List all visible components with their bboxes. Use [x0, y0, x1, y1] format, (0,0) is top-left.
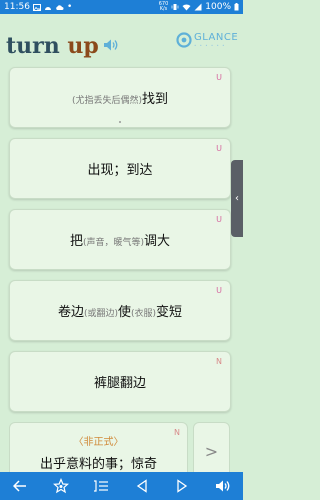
volume-icon[interactable]	[214, 477, 232, 495]
headword-first: turn	[6, 33, 60, 59]
image-icon	[32, 3, 41, 11]
status-time: 11:56	[4, 2, 30, 12]
wifi-icon	[182, 4, 191, 11]
more-notifications-dot: •	[66, 2, 73, 12]
battery-level: 100%	[205, 2, 231, 12]
status-bar: 11:56 • 670 K/s 100%	[0, 0, 243, 14]
definition-card-5[interactable]: N 裤腿翻边	[9, 351, 231, 412]
logo-text: GLANCE	[194, 32, 239, 43]
network-speed: 670 K/s	[158, 1, 169, 12]
definition-note: (或翻边)	[83, 309, 118, 319]
app-logo: GLANCE • • • • • •	[176, 32, 238, 48]
side-panel-handle[interactable]: ‹	[231, 160, 243, 237]
definition-note: (尤指丢失后偶然)	[71, 96, 142, 106]
flashcard-star-icon[interactable]	[52, 477, 70, 495]
headword: turn up	[6, 33, 99, 59]
usage-tag: U	[216, 144, 222, 153]
next-triangle-icon[interactable]	[173, 477, 191, 495]
register-label: 〈非正式〉	[73, 437, 124, 448]
definition-text: 出现；到达	[87, 163, 153, 178]
usage-tag: U	[216, 286, 222, 295]
previous-triangle-icon[interactable]	[133, 477, 151, 495]
vibrate-icon	[171, 4, 179, 10]
definition-text: 出乎意料的事；惊奇	[39, 457, 157, 472]
usage-tag: U	[216, 73, 222, 82]
bottom-nav-bar	[0, 472, 243, 500]
speaker-icon[interactable]	[103, 38, 119, 52]
android-icon	[44, 6, 51, 10]
definition-text: 变短	[156, 305, 183, 320]
signal-icon	[194, 3, 202, 11]
definition-card-3[interactable]: U 把(声音，暖气等)调大	[9, 209, 231, 270]
back-arrow-icon[interactable]	[11, 477, 29, 495]
definition-text: 调大	[144, 234, 171, 249]
definition-card-4[interactable]: U 卷边(或翻边)使(衣服)变短	[9, 280, 231, 341]
glance-logo-icon	[176, 32, 192, 48]
list-menu-icon[interactable]	[92, 477, 110, 495]
definition-text: 找到	[142, 92, 169, 107]
divider-dot	[119, 121, 121, 123]
header: turn up GLANCE • • • • • •	[0, 14, 243, 64]
definition-note: (声音，暖气等)	[82, 238, 145, 248]
definition-note: (衣服)	[131, 309, 157, 319]
definition-text: 卷边	[57, 305, 84, 320]
logo-subtext: • • • • • •	[194, 43, 226, 48]
usage-tag: U	[216, 215, 222, 224]
cloud-icon	[56, 4, 64, 10]
definition-text: 把	[69, 234, 83, 249]
usage-tag: N	[216, 357, 222, 366]
headword-second: up	[67, 33, 99, 59]
definition-text: 裤腿翻边	[93, 376, 146, 391]
definition-card-2[interactable]: U 出现；到达	[9, 138, 231, 199]
battery-icon	[234, 3, 239, 11]
definition-text: 使	[117, 305, 131, 320]
definition-card-1[interactable]: U (尤指丢失后偶然)找到	[9, 67, 231, 128]
